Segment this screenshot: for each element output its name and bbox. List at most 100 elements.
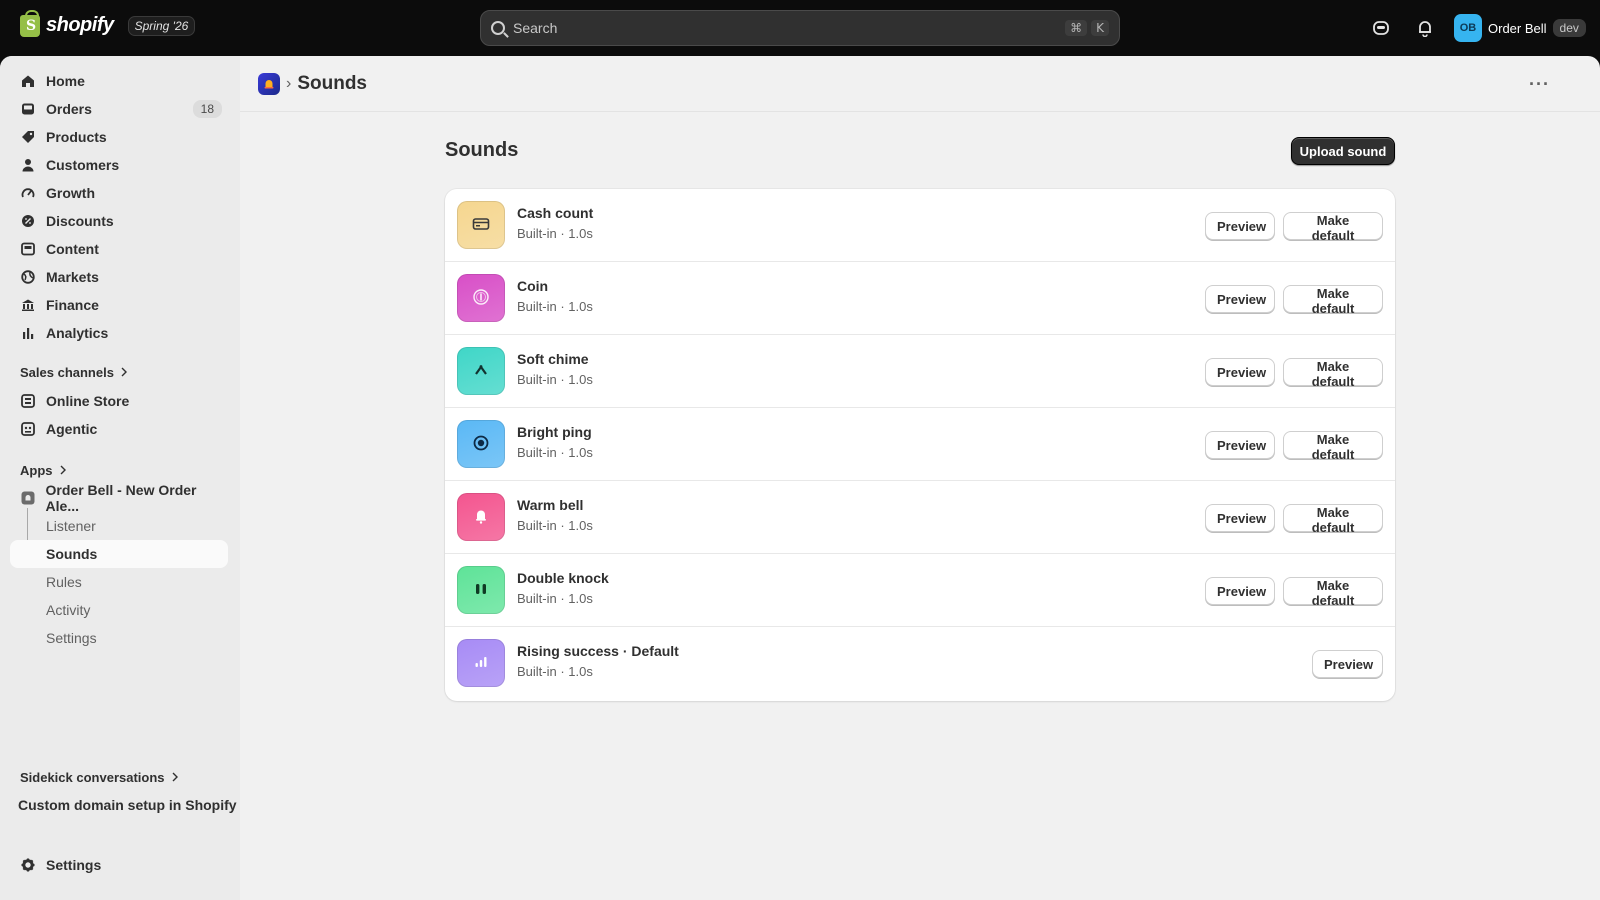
search-input[interactable]	[513, 20, 1062, 36]
section-label: Apps	[20, 463, 53, 478]
sound-name: Cash count	[517, 205, 594, 221]
sound-thumbnail	[457, 347, 505, 395]
sound-name: Warm bell	[517, 497, 584, 513]
sidebar-subitem-listener[interactable]: Listener	[10, 512, 228, 540]
admin-frame: Home Orders 18 Products Customers Growth…	[0, 56, 1600, 900]
sidebar-subitem-activity[interactable]: Activity	[10, 596, 228, 624]
sidekick-conversations-header[interactable]: Sidekick conversations	[20, 770, 179, 785]
list-item: Cash count Built-in · 1.0s Preview Make …	[445, 189, 1395, 262]
chevron-right-icon	[171, 770, 179, 785]
sound-meta: Built-in · 1.0s	[517, 226, 593, 241]
store-switcher[interactable]: OB Order Bell dev	[1454, 14, 1586, 42]
sidebar-item-label: Analytics	[46, 325, 109, 341]
gear-icon	[20, 857, 36, 873]
env-badge: dev	[1552, 19, 1586, 37]
inbox-icon	[20, 101, 36, 117]
make-default-button[interactable]: Make default	[1283, 212, 1383, 243]
sound-thumbnail	[457, 201, 505, 249]
sidebar-item-products[interactable]: Products	[10, 123, 228, 151]
sidebar-item-label: Order Bell - New Order Ale...	[45, 482, 197, 514]
preview-button[interactable]: Preview	[1205, 212, 1275, 240]
sidebar-item-online-store[interactable]: Online Store	[10, 387, 228, 415]
sound-name: Soft chime	[517, 351, 589, 367]
preview-button[interactable]: Preview	[1205, 285, 1275, 313]
preview-button[interactable]: Preview	[1205, 504, 1275, 532]
sidebar-item-discounts[interactable]: Discounts	[10, 207, 228, 235]
section-label: Sidekick conversations	[20, 770, 165, 785]
section-label: Sales channels	[20, 365, 114, 380]
wallet-icon	[472, 216, 490, 235]
bell-icon	[473, 507, 489, 528]
list-item: Warm bell Built-in · 1.0s Preview Make d…	[445, 481, 1395, 554]
sidebar-item-order-bell-app[interactable]: Order Bell - New Order Ale...	[10, 482, 228, 514]
preview-button[interactable]: Preview	[1205, 577, 1275, 605]
sidebar-item-orders[interactable]: Orders 18	[10, 95, 228, 123]
search-bar[interactable]: ⌘ K	[480, 10, 1120, 46]
sidebar-subitem-rules[interactable]: Rules	[10, 568, 228, 596]
list-item: Coin Built-in · 1.0s Preview Make defaul…	[445, 262, 1395, 335]
app-bell-icon	[20, 490, 36, 506]
sidebar-item-label: Home	[46, 73, 85, 89]
sales-channels-header[interactable]: Sales channels	[20, 365, 128, 380]
bar-chart-icon	[20, 325, 36, 341]
sidebar-item-content[interactable]: Content	[10, 235, 228, 263]
make-default-button[interactable]: Make default	[1283, 358, 1383, 389]
store-icon	[20, 393, 36, 409]
sidebar-item-label: Agentic	[46, 421, 98, 437]
sidebar-item-home[interactable]: Home	[10, 67, 228, 95]
sound-thumbnail	[457, 274, 505, 322]
preview-button[interactable]: Preview	[1205, 431, 1275, 459]
sidebar-item-analytics[interactable]: Analytics	[10, 319, 228, 347]
sidekick-conversation-item[interactable]: Custom domain setup in Shopify	[18, 797, 237, 813]
make-default-button[interactable]: Make default	[1283, 504, 1383, 535]
sidebar-subitem-settings[interactable]: Settings	[10, 624, 228, 652]
home-icon	[20, 73, 36, 89]
sound-meta: Built-in · 1.0s	[517, 591, 593, 606]
chevron-right-icon	[59, 463, 67, 478]
sidebar-item-label: Products	[46, 129, 107, 145]
sidebar-subitem-sounds[interactable]: Sounds	[10, 540, 228, 568]
app-logo-icon[interactable]	[258, 72, 280, 95]
more-actions-icon[interactable]: ···	[1529, 74, 1550, 95]
sidebar-item-agentic[interactable]: Agentic	[10, 415, 228, 443]
make-default-button[interactable]: Make default	[1283, 431, 1383, 462]
make-default-button[interactable]: Make default	[1283, 285, 1383, 316]
preview-button[interactable]: Preview	[1205, 358, 1275, 386]
sounds-list-card: Cash count Built-in · 1.0s Preview Make …	[445, 189, 1395, 701]
sidebar-item-label: Customers	[46, 157, 120, 173]
upload-sound-button[interactable]: Upload sound	[1291, 137, 1395, 165]
list-item: Bright ping Built-in · 1.0s Preview Make…	[445, 408, 1395, 481]
avatar: OB	[1454, 14, 1482, 42]
bars-icon	[473, 654, 489, 673]
top-bar: S shopify Spring '26 ⌘ K OB Order Bell d…	[0, 0, 1600, 56]
sidebar: Home Orders 18 Products Customers Growth…	[0, 56, 240, 900]
shopify-bag-icon: S	[20, 9, 40, 37]
sound-thumbnail	[457, 420, 505, 468]
sidebar-item-customers[interactable]: Customers	[10, 151, 228, 179]
sidebar-item-label: Markets	[46, 269, 99, 285]
coin-icon	[472, 288, 490, 309]
sidebar-item-label: Content	[46, 241, 99, 257]
pause-icon	[473, 581, 489, 600]
preview-button[interactable]: Preview	[1312, 650, 1383, 678]
sound-meta: Built-in · 1.0s	[517, 372, 593, 387]
chevron-right-icon	[120, 365, 128, 380]
make-default-button[interactable]: Make default	[1283, 577, 1383, 608]
bell-icon[interactable]	[1414, 17, 1436, 39]
sidebar-item-growth[interactable]: Growth	[10, 179, 228, 207]
sidebar-item-settings[interactable]: Settings	[10, 851, 228, 879]
sound-meta: Built-in · 1.0s	[517, 664, 593, 679]
main-content: › Sounds ··· Sounds Upload sound Cash co…	[240, 56, 1600, 900]
bank-icon	[20, 297, 36, 313]
chime-icon	[473, 363, 489, 380]
apps-header[interactable]: Apps	[20, 463, 67, 478]
sidebar-item-markets[interactable]: Markets	[10, 263, 228, 291]
shopify-logo[interactable]: S shopify Spring '26	[20, 9, 196, 37]
sidebar-item-finance[interactable]: Finance	[10, 291, 228, 319]
person-icon	[20, 157, 36, 173]
list-item: Double knock Built-in · 1.0s Preview Mak…	[445, 554, 1395, 627]
shortcut-modifier: ⌘	[1065, 20, 1088, 36]
sound-name: Double knock	[517, 570, 609, 586]
sidekick-icon[interactable]	[1370, 17, 1392, 39]
sidebar-item-label: Settings	[46, 857, 102, 873]
